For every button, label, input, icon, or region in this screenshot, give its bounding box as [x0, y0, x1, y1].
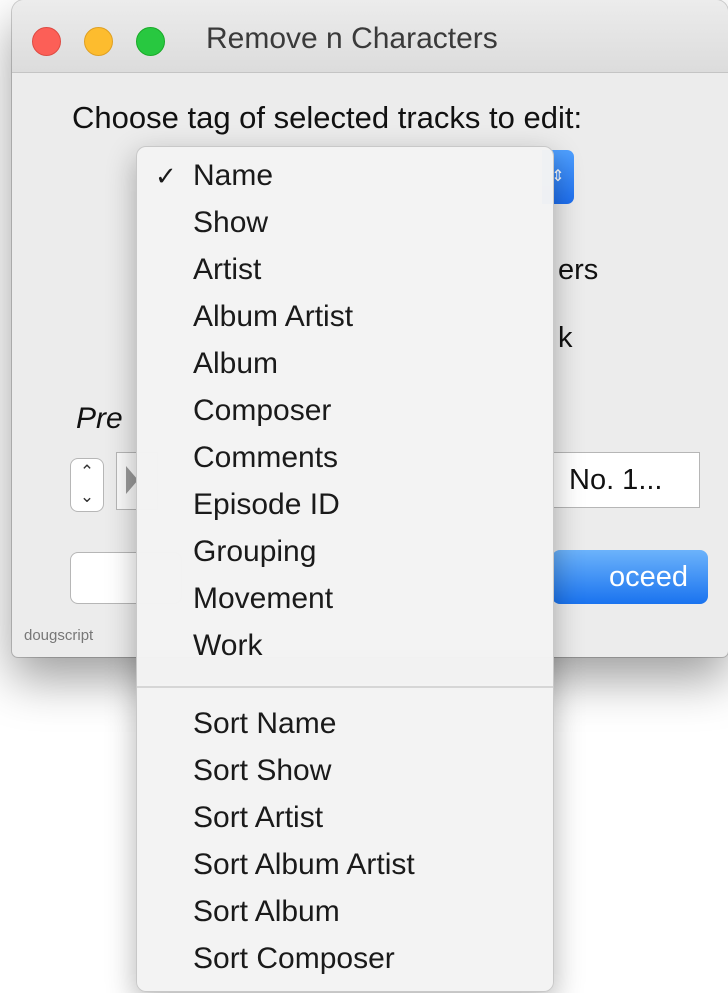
proceed-button[interactable]: oceed	[552, 550, 708, 604]
zoom-button[interactable]	[136, 27, 165, 56]
menu-item-composer[interactable]: Composer	[137, 388, 553, 434]
partial-label-1: ers	[558, 254, 599, 286]
menu-item-label: Sort Album Artist	[193, 848, 415, 881]
menu-item-label: Sort Show	[193, 754, 332, 787]
menu-item-comments[interactable]: Comments	[137, 435, 553, 481]
menu-item-label: Work	[193, 629, 263, 662]
menu-item-artist[interactable]: Artist	[137, 247, 553, 293]
menu-item-sort-composer[interactable]: Sort Composer	[137, 936, 553, 982]
title-bar[interactable]: Remove n Characters	[12, 0, 728, 73]
menu-item-label: Sort Album	[193, 895, 340, 928]
checkmark-icon: ✓	[155, 161, 177, 191]
menu-item-label: Movement	[193, 582, 334, 615]
stepper-icon[interactable]: ⌃ ⌄	[70, 458, 104, 512]
tag-prompt-label: Choose tag of selected tracks to edit:	[72, 100, 583, 135]
menu-item-episode-id[interactable]: Episode ID	[137, 482, 553, 528]
screen: Remove n Characters Choose tag of select…	[0, 0, 728, 993]
menu-item-name[interactable]: ✓ Name	[137, 153, 553, 199]
menu-item-label: Episode ID	[193, 488, 340, 521]
footer-credit: dougscript	[24, 627, 94, 644]
menu-item-sort-artist[interactable]: Sort Artist	[137, 795, 553, 841]
menu-item-label: Name	[193, 159, 274, 192]
menu-item-movement[interactable]: Movement	[137, 576, 553, 622]
menu-item-label: Album Artist	[193, 300, 354, 333]
menu-item-label: Grouping	[193, 535, 317, 568]
preview-after-field: No. 1...	[552, 452, 700, 508]
menu-item-label: Sort Composer	[193, 942, 395, 975]
menu-item-sort-album[interactable]: Sort Album	[137, 889, 553, 935]
menu-item-label: Sort Name	[193, 707, 337, 740]
menu-item-grouping[interactable]: Grouping	[137, 529, 553, 575]
close-button[interactable]	[32, 27, 61, 56]
menu-item-work[interactable]: Work	[137, 623, 553, 669]
menu-separator	[137, 686, 553, 688]
menu-item-label: Comments	[193, 441, 339, 474]
minimize-button[interactable]	[84, 27, 113, 56]
menu-item-album-artist[interactable]: Album Artist	[137, 294, 553, 340]
menu-item-show[interactable]: Show	[137, 200, 553, 246]
preview-label: Pre	[76, 402, 123, 435]
menu-item-sort-show[interactable]: Sort Show	[137, 748, 553, 794]
tag-dropdown-menu: ✓ Name Show Artist Album Artist Album Co…	[136, 146, 554, 992]
partial-label-2: k	[558, 322, 573, 354]
menu-item-label: Show	[193, 206, 269, 239]
menu-item-label: Composer	[193, 394, 332, 427]
menu-item-label: Album	[193, 347, 279, 380]
menu-item-album[interactable]: Album	[137, 341, 553, 387]
menu-item-label: Sort Artist	[193, 801, 324, 834]
menu-item-label: Artist	[193, 253, 262, 286]
window-title: Remove n Characters	[206, 22, 498, 55]
menu-item-sort-name[interactable]: Sort Name	[137, 701, 553, 747]
menu-item-sort-album-artist[interactable]: Sort Album Artist	[137, 842, 553, 888]
